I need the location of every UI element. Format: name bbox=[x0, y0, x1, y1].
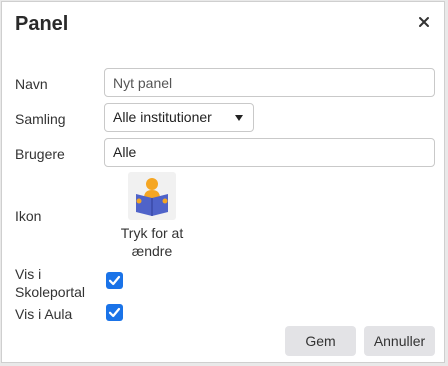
checkmark-icon bbox=[108, 275, 121, 286]
name-input[interactable] bbox=[104, 68, 435, 97]
school-portal-label-line2: Skoleportal bbox=[15, 284, 86, 300]
name-label: Navn bbox=[15, 76, 48, 92]
collection-select-value: Alle institutioner bbox=[113, 109, 212, 125]
users-input-value: Alle bbox=[113, 144, 137, 160]
cancel-button[interactable]: Annuller bbox=[364, 326, 435, 356]
users-label: Brugere bbox=[15, 146, 65, 162]
dialog-title: Panel bbox=[15, 13, 69, 35]
collection-label: Samling bbox=[15, 111, 66, 127]
school-portal-label: Vis i Skoleportal bbox=[15, 265, 85, 301]
reading-child-icon bbox=[136, 178, 168, 216]
school-portal-label-line1: Vis i bbox=[15, 266, 42, 282]
icon-label: Ikon bbox=[15, 208, 42, 224]
panel-dialog: Panel Navn Samling Alle institutioner Br… bbox=[1, 1, 445, 363]
icon-caption-line2: ændre bbox=[131, 243, 173, 259]
checkmark-icon bbox=[108, 307, 121, 318]
aula-checkbox[interactable] bbox=[106, 304, 123, 321]
panel-icon-button[interactable] bbox=[128, 172, 176, 220]
users-input[interactable]: Alle bbox=[104, 138, 435, 167]
icon-caption-line1: Tryk for at bbox=[120, 225, 184, 241]
save-button[interactable]: Gem bbox=[285, 326, 356, 356]
caret-down-icon bbox=[235, 115, 243, 121]
icon-change-caption: Tryk for at ændre bbox=[113, 224, 191, 260]
close-icon[interactable] bbox=[416, 14, 432, 30]
collection-select[interactable]: Alle institutioner bbox=[104, 103, 254, 132]
school-portal-checkbox[interactable] bbox=[106, 272, 123, 289]
aula-label: Vis i Aula bbox=[15, 306, 73, 322]
